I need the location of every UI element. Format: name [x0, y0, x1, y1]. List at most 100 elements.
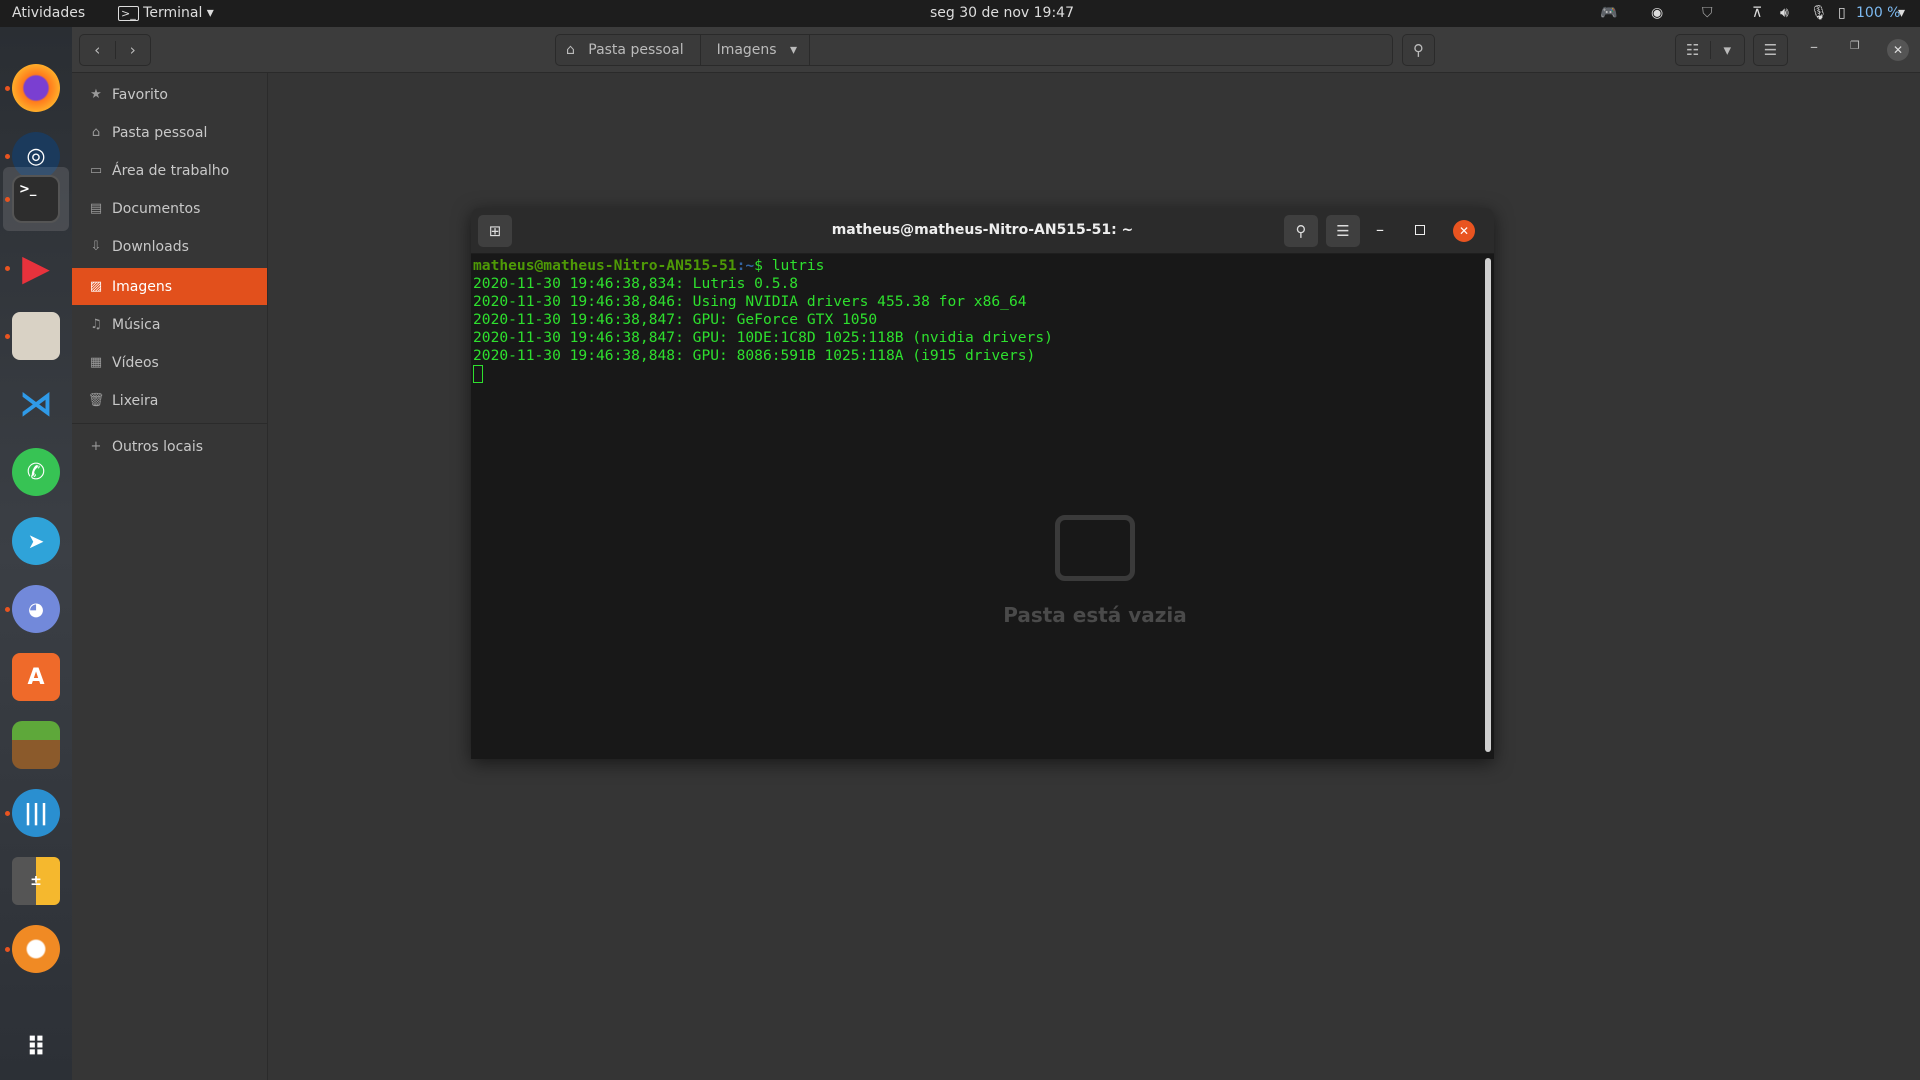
chevron-down-icon: ▾	[789, 42, 797, 58]
image-icon: ▨	[89, 279, 103, 294]
hamburger-icon: ☰	[1336, 222, 1350, 240]
terminal-maximize-button[interactable]	[1415, 225, 1425, 235]
prompt-user: matheus@matheus-Nitro-AN515-51	[473, 257, 737, 274]
files-sidebar: ★ Favorito ⌂ Pasta pessoal ▭ Área de trabal…	[72, 73, 268, 1080]
path-home-button[interactable]: ⌂ Pasta pessoal	[556, 35, 701, 65]
minecraft-icon[interactable]	[12, 721, 60, 769]
mixer-icon[interactable]: |||	[12, 789, 60, 837]
terminal-menu-button[interactable]: ☰	[1326, 215, 1360, 247]
search-icon: ⚲	[1295, 222, 1307, 240]
sidebar-label: Música	[112, 316, 161, 333]
hamburger-icon: ☰	[1763, 41, 1778, 59]
terminal-minimize-button[interactable]: –	[1376, 220, 1384, 239]
sidebar-label: Outros locais	[112, 438, 204, 455]
sidebar-item-documentos[interactable]: ▤ Documentos	[72, 190, 267, 227]
sidebar-label: Downloads	[112, 238, 189, 255]
search-icon: ⚲	[1413, 41, 1424, 59]
output-line: 2020-11-30 19:46:38,834: Lutris 0.5.8	[473, 275, 799, 292]
network-icon[interactable]: ⊼	[1752, 5, 1762, 21]
trash-icon: 🗑︎	[87, 393, 105, 408]
sidebar-label: Documentos	[112, 200, 201, 217]
sidebar-divider	[72, 423, 267, 424]
terminal-output[interactable]: matheus@matheus-Nitro-AN515-51:~$ lutris…	[471, 254, 1494, 759]
app-menu[interactable]: >_ Terminal ▾	[118, 5, 214, 21]
telegram-icon[interactable]: ➤	[12, 517, 60, 565]
path-current-button[interactable]: Imagens ▾	[701, 35, 810, 65]
sidebar-item-area-de-trabalho[interactable]: ▭ Área de trabalho	[72, 152, 267, 189]
shield-icon[interactable]: ⛉	[1702, 5, 1713, 21]
close-button[interactable]: ✕	[1887, 39, 1909, 61]
firefox-icon[interactable]	[12, 64, 60, 112]
back-button[interactable]: ‹	[80, 41, 116, 59]
path-bar: ⌂ Pasta pessoal Imagens ▾	[555, 34, 1393, 66]
home-icon: ⌂	[91, 125, 101, 140]
desktop-icon: ▭	[89, 163, 103, 178]
terminal-close-button[interactable]: ✕	[1453, 220, 1475, 242]
music-icon: ♫	[90, 317, 102, 332]
download-icon: ⇩	[90, 239, 102, 254]
steam-tray-icon[interactable]: ◉	[1651, 5, 1663, 21]
flow-icon[interactable]: ▶	[12, 244, 60, 292]
prompt-line: matheus@matheus-Nitro-AN515-51:~$ lutris	[473, 257, 1492, 275]
sidebar-item-musica[interactable]: ♫ Música	[72, 306, 267, 343]
show-applications-grid-icon[interactable]: ⠿	[12, 1024, 60, 1072]
prompt-command: $ lutris	[754, 257, 825, 274]
terminal-icon: >_	[118, 6, 139, 21]
sidebar-label: Vídeos	[112, 354, 159, 371]
plus-icon: +	[90, 439, 102, 454]
output-line: 2020-11-30 19:46:38,847: GPU: 10DE:1C8D …	[473, 329, 1053, 346]
microphone-icon[interactable]: 🎙︎	[1810, 5, 1828, 21]
sidebar-item-videos[interactable]: ▦ Vídeos	[72, 344, 267, 381]
output-line: 2020-11-30 19:46:38,847: GPU: GeForce GT…	[473, 311, 878, 328]
restore-button[interactable]: ❐	[1850, 39, 1860, 52]
sidebar-item-outros-locais[interactable]: + Outros locais	[72, 428, 267, 465]
terminal-dock-icon[interactable]: >_	[12, 175, 60, 223]
output-line: 2020-11-30 19:46:38,848: GPU: 8086:591B …	[473, 347, 1036, 364]
files-header-bar: ‹ › ⌂ Pasta pessoal Imagens ▾ ⚲ ☷ ▾ ☰ – ❐ …	[72, 27, 1920, 73]
discord-icon[interactable]: ◕	[12, 585, 60, 633]
forward-button[interactable]: ›	[116, 41, 151, 59]
terminal-window: ⊞ matheus@matheus-Nitro-AN515-51: ~ ⚲ ☰ …	[471, 208, 1494, 759]
blender-icon[interactable]	[12, 925, 60, 973]
software-center-icon[interactable]: A	[12, 653, 60, 701]
document-icon: ▤	[89, 201, 103, 216]
terminal-cursor	[473, 365, 483, 383]
home-icon: ⌂	[566, 42, 575, 58]
search-button[interactable]: ⚲	[1402, 34, 1435, 66]
battery-percent[interactable]: 100 %	[1856, 5, 1900, 21]
terminal-search-button[interactable]: ⚲	[1284, 215, 1318, 247]
nav-buttons: ‹ ›	[79, 34, 151, 66]
video-icon: ▦	[89, 355, 103, 370]
sidebar-label: Lixeira	[112, 392, 159, 409]
terminal-header-bar: ⊞ matheus@matheus-Nitro-AN515-51: ~ ⚲ ☰ …	[471, 208, 1494, 254]
path-home-label: Pasta pessoal	[588, 42, 684, 58]
discord-tray-icon[interactable]: 🎮	[1600, 5, 1617, 21]
sidebar-item-pasta-pessoal[interactable]: ⌂ Pasta pessoal	[72, 114, 267, 151]
battery-icon[interactable]: ▯	[1838, 5, 1846, 21]
list-view-button[interactable]: ☷	[1676, 41, 1711, 59]
sidebar-item-favorito[interactable]: ★ Favorito	[72, 76, 267, 113]
output-line: 2020-11-30 19:46:38,846: Using NVIDIA dr…	[473, 293, 1027, 310]
files-icon[interactable]	[12, 312, 60, 360]
sidebar-item-imagens[interactable]: ▨ Imagens	[72, 268, 267, 305]
calculator-icon[interactable]: ±	[12, 857, 60, 905]
minimize-button[interactable]: –	[1810, 37, 1818, 56]
sidebar-item-downloads[interactable]: ⇩ Downloads	[72, 228, 267, 265]
app-menu-label: Terminal	[143, 5, 203, 21]
sidebar-label: Pasta pessoal	[112, 124, 208, 141]
activities-button[interactable]: Atividades	[12, 5, 85, 21]
top-bar: Atividades >_ Terminal ▾ seg 30 de nov 1…	[0, 0, 1920, 27]
clock[interactable]: seg 30 de nov 19:47	[930, 5, 1074, 21]
dock: ◎ >_ ▶ ⋊ ✆ ➤ ◕ A ||| ± ⠿	[0, 27, 72, 1080]
star-icon: ★	[90, 87, 102, 102]
volume-icon[interactable]: 🔊︎	[1780, 5, 1789, 21]
vscode-icon[interactable]: ⋊	[12, 380, 60, 428]
system-menu-chevron-icon[interactable]: ▾	[1898, 5, 1905, 21]
menu-button[interactable]: ☰	[1753, 34, 1788, 66]
sidebar-item-lixeira[interactable]: 🗑︎ Lixeira	[72, 382, 267, 419]
terminal-scrollbar[interactable]	[1485, 258, 1491, 752]
view-dropdown-button[interactable]: ▾	[1711, 41, 1745, 59]
sidebar-label: Imagens	[112, 278, 173, 295]
whatsapp-icon[interactable]: ✆	[12, 448, 60, 496]
prompt-path: :~	[736, 257, 755, 274]
